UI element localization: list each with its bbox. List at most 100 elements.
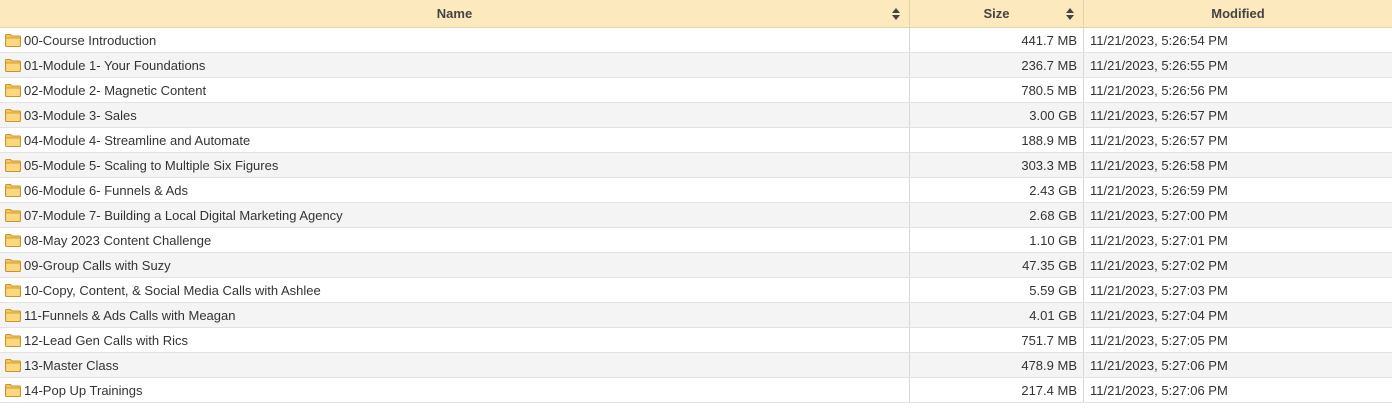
modified-value: 11/21/2023, 5:27:01 PM bbox=[1090, 232, 1228, 248]
modified-value: 11/21/2023, 5:26:57 PM bbox=[1090, 132, 1228, 148]
table-row[interactable]: 01-Module 1- Your Foundations 236.7 MB 1… bbox=[0, 53, 1392, 78]
folder-name-link[interactable]: 04-Module 4- Streamline and Automate bbox=[24, 133, 250, 148]
size-cell: 478.9 MB bbox=[910, 353, 1084, 377]
table-row[interactable]: 08-May 2023 Content Challenge 1.10 GB 11… bbox=[0, 228, 1392, 253]
modified-cell: 11/21/2023, 5:27:04 PM bbox=[1084, 303, 1392, 327]
folder-name-link[interactable]: 03-Module 3- Sales bbox=[24, 108, 137, 123]
table-row[interactable]: 03-Module 3- Sales 3.00 GB 11/21/2023, 5… bbox=[0, 103, 1392, 128]
table-row[interactable]: 12-Lead Gen Calls with Rics 751.7 MB 11/… bbox=[0, 328, 1392, 353]
table-body: 00-Course Introduction 441.7 MB 11/21/20… bbox=[0, 28, 1392, 403]
modified-cell: 11/21/2023, 5:26:57 PM bbox=[1084, 128, 1392, 152]
folder-name-link[interactable]: 07-Module 7- Building a Local Digital Ma… bbox=[24, 208, 343, 223]
modified-value: 11/21/2023, 5:27:00 PM bbox=[1090, 207, 1228, 223]
folder-name-link[interactable]: 14-Pop Up Trainings bbox=[24, 383, 143, 398]
folder-name-link[interactable]: 13-Master Class bbox=[24, 358, 119, 373]
folder-icon bbox=[5, 59, 21, 72]
modified-value: 11/21/2023, 5:27:06 PM bbox=[1090, 382, 1228, 398]
column-header-size[interactable]: Size bbox=[910, 0, 1084, 27]
folder-name-link[interactable]: 08-May 2023 Content Challenge bbox=[24, 233, 211, 248]
size-value: 1.10 GB bbox=[1029, 232, 1077, 248]
table-row[interactable]: 10-Copy, Content, & Social Media Calls w… bbox=[0, 278, 1392, 303]
folder-name-link[interactable]: 00-Course Introduction bbox=[24, 33, 156, 48]
name-cell: 03-Module 3- Sales bbox=[0, 103, 910, 127]
modified-cell: 11/21/2023, 5:26:56 PM bbox=[1084, 78, 1392, 102]
size-cell: 4.01 GB bbox=[910, 303, 1084, 327]
table-row[interactable]: 14-Pop Up Trainings 217.4 MB 11/21/2023,… bbox=[0, 378, 1392, 403]
folder-name-link[interactable]: 06-Module 6- Funnels & Ads bbox=[24, 183, 188, 198]
name-cell: 11-Funnels & Ads Calls with Meagan bbox=[0, 303, 910, 327]
file-table: Name Size Modified 00-Course Introductio… bbox=[0, 0, 1392, 403]
modified-cell: 11/21/2023, 5:26:55 PM bbox=[1084, 53, 1392, 77]
size-value: 5.59 GB bbox=[1029, 282, 1077, 298]
folder-icon bbox=[5, 384, 21, 397]
size-cell: 217.4 MB bbox=[910, 378, 1084, 402]
size-value: 2.68 GB bbox=[1029, 207, 1077, 223]
modified-value: 11/21/2023, 5:26:57 PM bbox=[1090, 107, 1228, 123]
modified-value: 11/21/2023, 5:27:03 PM bbox=[1090, 282, 1228, 298]
folder-icon bbox=[5, 159, 21, 172]
table-row[interactable]: 07-Module 7- Building a Local Digital Ma… bbox=[0, 203, 1392, 228]
table-row[interactable]: 02-Module 2- Magnetic Content 780.5 MB 1… bbox=[0, 78, 1392, 103]
folder-icon bbox=[5, 334, 21, 347]
folder-icon bbox=[5, 259, 21, 272]
column-header-name-label: Name bbox=[436, 6, 473, 21]
name-cell: 09-Group Calls with Suzy bbox=[0, 253, 910, 277]
sort-icon[interactable] bbox=[1065, 7, 1075, 21]
modified-value: 11/21/2023, 5:26:55 PM bbox=[1090, 57, 1228, 73]
folder-icon bbox=[5, 234, 21, 247]
column-header-name[interactable]: Name bbox=[0, 0, 910, 27]
table-row[interactable]: 05-Module 5- Scaling to Multiple Six Fig… bbox=[0, 153, 1392, 178]
size-cell: 1.10 GB bbox=[910, 228, 1084, 252]
sort-icon[interactable] bbox=[891, 7, 901, 21]
modified-cell: 11/21/2023, 5:26:57 PM bbox=[1084, 103, 1392, 127]
size-value: 441.7 MB bbox=[1021, 32, 1077, 48]
name-cell: 13-Master Class bbox=[0, 353, 910, 377]
folder-icon bbox=[5, 84, 21, 97]
name-cell: 05-Module 5- Scaling to Multiple Six Fig… bbox=[0, 153, 910, 177]
folder-icon bbox=[5, 134, 21, 147]
size-cell: 3.00 GB bbox=[910, 103, 1084, 127]
modified-cell: 11/21/2023, 5:26:59 PM bbox=[1084, 178, 1392, 202]
name-cell: 10-Copy, Content, & Social Media Calls w… bbox=[0, 278, 910, 302]
size-value: 2.43 GB bbox=[1029, 182, 1077, 198]
table-row[interactable]: 13-Master Class 478.9 MB 11/21/2023, 5:2… bbox=[0, 353, 1392, 378]
modified-value: 11/21/2023, 5:26:56 PM bbox=[1090, 82, 1228, 98]
modified-cell: 11/21/2023, 5:27:05 PM bbox=[1084, 328, 1392, 352]
size-value: 217.4 MB bbox=[1021, 382, 1077, 398]
size-value: 751.7 MB bbox=[1021, 332, 1077, 348]
size-cell: 303.3 MB bbox=[910, 153, 1084, 177]
folder-name-link[interactable]: 12-Lead Gen Calls with Rics bbox=[24, 333, 188, 348]
folder-name-link[interactable]: 11-Funnels & Ads Calls with Meagan bbox=[24, 308, 235, 323]
size-value: 236.7 MB bbox=[1021, 57, 1077, 73]
modified-cell: 11/21/2023, 5:26:58 PM bbox=[1084, 153, 1392, 177]
size-value: 780.5 MB bbox=[1021, 82, 1077, 98]
modified-cell: 11/21/2023, 5:27:06 PM bbox=[1084, 378, 1392, 402]
size-cell: 441.7 MB bbox=[910, 28, 1084, 52]
folder-icon bbox=[5, 309, 21, 322]
folder-name-link[interactable]: 05-Module 5- Scaling to Multiple Six Fig… bbox=[24, 158, 278, 173]
name-cell: 06-Module 6- Funnels & Ads bbox=[0, 178, 910, 202]
name-cell: 01-Module 1- Your Foundations bbox=[0, 53, 910, 77]
modified-value: 11/21/2023, 5:27:04 PM bbox=[1090, 307, 1228, 323]
size-value: 303.3 MB bbox=[1021, 157, 1077, 173]
table-row[interactable]: 11-Funnels & Ads Calls with Meagan 4.01 … bbox=[0, 303, 1392, 328]
size-cell: 236.7 MB bbox=[910, 53, 1084, 77]
folder-name-link[interactable]: 09-Group Calls with Suzy bbox=[24, 258, 171, 273]
modified-value: 11/21/2023, 5:27:06 PM bbox=[1090, 357, 1228, 373]
folder-name-link[interactable]: 10-Copy, Content, & Social Media Calls w… bbox=[24, 283, 321, 298]
modified-cell: 11/21/2023, 5:27:03 PM bbox=[1084, 278, 1392, 302]
size-cell: 2.43 GB bbox=[910, 178, 1084, 202]
modified-value: 11/21/2023, 5:26:58 PM bbox=[1090, 157, 1228, 173]
folder-name-link[interactable]: 01-Module 1- Your Foundations bbox=[24, 58, 205, 73]
table-row[interactable]: 00-Course Introduction 441.7 MB 11/21/20… bbox=[0, 28, 1392, 53]
folder-name-link[interactable]: 02-Module 2- Magnetic Content bbox=[24, 83, 206, 98]
folder-icon bbox=[5, 284, 21, 297]
table-row[interactable]: 04-Module 4- Streamline and Automate 188… bbox=[0, 128, 1392, 153]
table-row[interactable]: 09-Group Calls with Suzy 47.35 GB 11/21/… bbox=[0, 253, 1392, 278]
size-cell: 2.68 GB bbox=[910, 203, 1084, 227]
name-cell: 14-Pop Up Trainings bbox=[0, 378, 910, 402]
size-cell: 5.59 GB bbox=[910, 278, 1084, 302]
column-header-modified[interactable]: Modified bbox=[1084, 0, 1392, 27]
size-value: 478.9 MB bbox=[1021, 357, 1077, 373]
table-row[interactable]: 06-Module 6- Funnels & Ads 2.43 GB 11/21… bbox=[0, 178, 1392, 203]
